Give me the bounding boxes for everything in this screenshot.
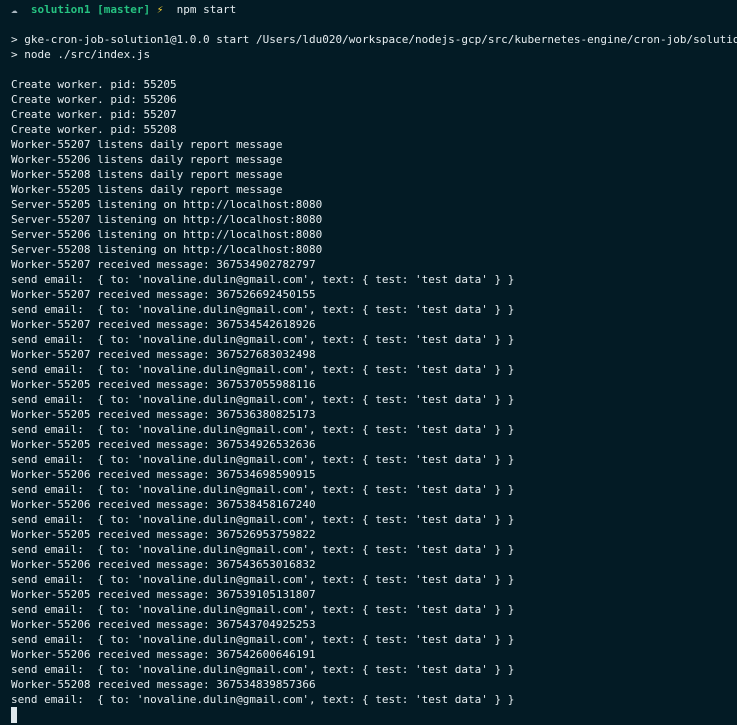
output-line: Worker-55205 received message: 367539105… — [11, 588, 316, 601]
output-line: Worker-55206 received message: 367534698… — [11, 468, 316, 481]
prompt-directory: solution1 — [30, 3, 91, 16]
output-line: Worker-55205 listens daily report messag… — [11, 183, 283, 196]
output-line: Server-55206 listening on http://localho… — [11, 228, 323, 241]
output-line: Worker-55207 received message: 367534902… — [11, 258, 316, 271]
output-line: Server-55205 listening on http://localho… — [11, 198, 323, 211]
output-line: Worker-55208 received message: 367534839… — [11, 678, 316, 691]
prompt-command: npm start — [176, 3, 237, 16]
output-line: send email: { to: 'novaline.dulin@gmail.… — [11, 603, 515, 616]
terminal-cursor — [11, 707, 17, 723]
output-line: Worker-55206 listens daily report messag… — [11, 153, 283, 166]
output-line: Worker-55206 received message: 367538458… — [11, 498, 316, 511]
output-line: Server-55207 listening on http://localho… — [11, 213, 323, 226]
output-line: send email: { to: 'novaline.dulin@gmail.… — [11, 483, 515, 496]
lightning-icon: ⚡ — [156, 3, 164, 16]
output-line: Worker-55207 received message: 367526692… — [11, 288, 316, 301]
output-line: send email: { to: 'novaline.dulin@gmail.… — [11, 453, 515, 466]
output-line: Worker-55205 received message: 367526953… — [11, 528, 316, 541]
terminal-window[interactable]: ☁ solution1 [master] ⚡ npm start > gke-c… — [0, 0, 737, 725]
cloud-icon: ☁ — [11, 3, 18, 16]
output-line: send email: { to: 'novaline.dulin@gmail.… — [11, 393, 515, 406]
output-line: Worker-55205 received message: 367534926… — [11, 438, 316, 451]
output-line: Server-55208 listening on http://localho… — [11, 243, 323, 256]
terminal-output: Create worker. pid: 55205 Create worker. … — [11, 77, 514, 707]
output-line: Worker-55208 listens daily report messag… — [11, 168, 283, 181]
output-line: Create worker. pid: 55208 — [11, 123, 177, 136]
output-line: Create worker. pid: 55206 — [11, 93, 177, 106]
output-line: send email: { to: 'novaline.dulin@gmail.… — [11, 633, 515, 646]
output-line: send email: { to: 'novaline.dulin@gmail.… — [11, 663, 515, 676]
output-line: send email: { to: 'novaline.dulin@gmail.… — [11, 513, 515, 526]
npm-script-line: > gke-cron-job-solution1@1.0.0 start /Us… — [11, 33, 737, 46]
output-line: Worker-55205 received message: 367537055… — [11, 378, 316, 391]
output-line: send email: { to: 'novaline.dulin@gmail.… — [11, 543, 515, 556]
prompt-git-branch: [master] — [97, 3, 151, 16]
output-line: send email: { to: 'novaline.dulin@gmail.… — [11, 363, 515, 376]
output-line: send email: { to: 'novaline.dulin@gmail.… — [11, 693, 515, 706]
node-command-line: > node ./src/index.js — [11, 48, 151, 61]
output-line: send email: { to: 'novaline.dulin@gmail.… — [11, 573, 515, 586]
output-line: Worker-55207 received message: 367534542… — [11, 318, 316, 331]
output-line: Worker-55206 received message: 367543704… — [11, 618, 316, 631]
output-line: Worker-55206 received message: 367543653… — [11, 558, 316, 571]
output-line: Create worker. pid: 55207 — [11, 108, 177, 121]
output-line: Create worker. pid: 55205 — [11, 78, 177, 91]
output-line: Worker-55205 received message: 367536380… — [11, 408, 316, 421]
output-line: Worker-55207 received message: 367527683… — [11, 348, 316, 361]
output-line: Worker-55206 received message: 367542600… — [11, 648, 316, 661]
shell-prompt: ☁ solution1 [master] ⚡ npm start — [11, 2, 236, 17]
output-line: send email: { to: 'novaline.dulin@gmail.… — [11, 423, 515, 436]
output-line: send email: { to: 'novaline.dulin@gmail.… — [11, 273, 515, 286]
output-line: Worker-55207 listens daily report messag… — [11, 138, 283, 151]
output-line: send email: { to: 'novaline.dulin@gmail.… — [11, 303, 515, 316]
output-line: send email: { to: 'novaline.dulin@gmail.… — [11, 333, 515, 346]
